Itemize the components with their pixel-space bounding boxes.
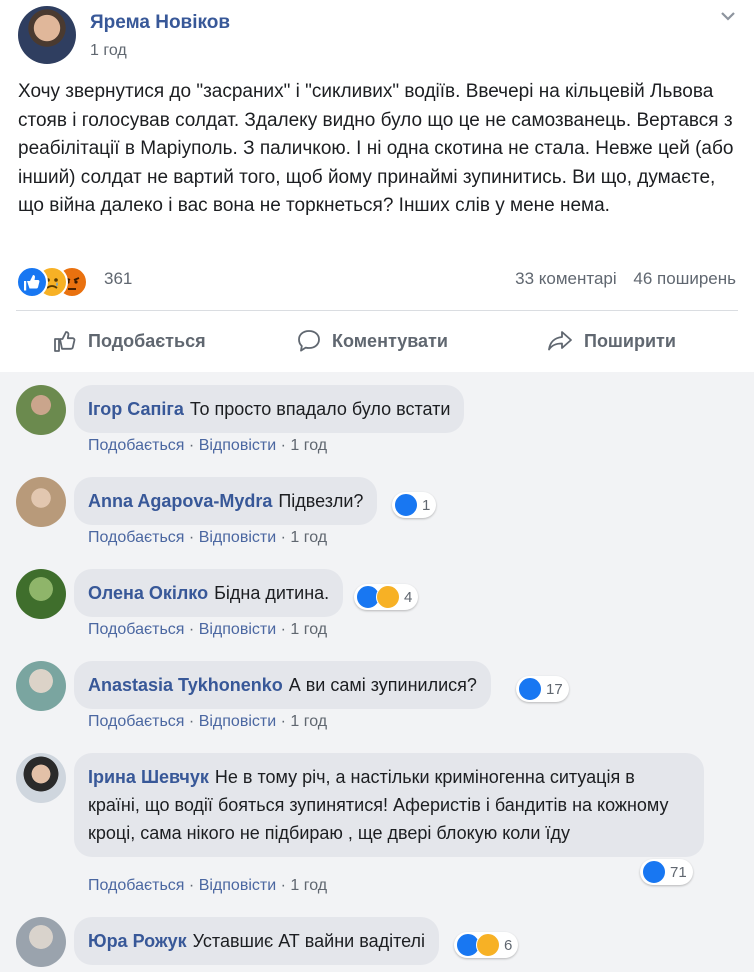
like-button-label: Подобається	[88, 330, 206, 351]
comment-like-link[interactable]: Подобається	[88, 529, 184, 546]
sad-reaction-icon	[476, 933, 500, 957]
comment-meta: Подобається · Відповісти · 1 год	[88, 877, 327, 895]
comment-text: Уставшиє АТ вайни вадітелі	[192, 931, 426, 951]
post-action-bar: Подобається Коментувати Поширити	[16, 318, 738, 364]
thumbs-up-icon	[54, 331, 76, 352]
comment-bubble: Anastasia Tykhonenko А ви самі зупинилися…	[74, 661, 491, 709]
like-reaction-icon	[16, 266, 48, 298]
commenter-name[interactable]: Anna Agapova-Mydra	[88, 491, 272, 511]
comment-icon	[298, 330, 320, 352]
comment-bubble: Олена Окілко Бідна дитина.	[74, 569, 344, 617]
comment-text: То просто впадало було встати	[189, 399, 451, 419]
commenter-name[interactable]: Олена Окілко	[88, 583, 208, 603]
comment-reaction-count: 71	[670, 863, 687, 881]
comment-bubble: Ірина Шевчук Не в тому річ, а настільки к…	[74, 753, 704, 857]
comments-count-link[interactable]: 33 коментарі	[515, 269, 617, 288]
like-button[interactable]: Подобається	[52, 318, 206, 364]
commenter-avatar[interactable]	[16, 753, 66, 803]
commenter-avatar[interactable]	[16, 477, 66, 527]
comment-reply-link[interactable]: Відповісти	[199, 877, 276, 894]
comment-text: Підвезли?	[278, 491, 364, 511]
chevron-down-icon[interactable]	[718, 6, 738, 26]
comment-bubble: Ігор Сапіга То просто впадало було встати	[74, 385, 465, 433]
comment-reactions[interactable]: 1	[392, 492, 437, 518]
comment-reaction-count: 1	[422, 496, 431, 514]
comment-time[interactable]: 1 год	[290, 529, 327, 546]
comment-reactions[interactable]: 6	[454, 932, 519, 958]
author-avatar[interactable]	[18, 6, 76, 64]
comment-reactions[interactable]: 4	[354, 584, 419, 610]
comment-reactions[interactable]: 71	[640, 859, 693, 885]
share-button-label: Поширити	[584, 330, 676, 351]
comment-bubble: Anna Agapova-Mydra Підвезли?	[74, 477, 378, 525]
post-header: Ярема Новіков 1 год	[18, 6, 738, 66]
comment-meta: Подобається · Відповісти · 1 год	[88, 713, 327, 731]
share-button[interactable]: Поширити	[546, 318, 676, 364]
commenter-avatar[interactable]	[16, 917, 66, 967]
comment-like-link[interactable]: Подобається	[88, 437, 184, 454]
commenter-avatar[interactable]	[16, 661, 66, 711]
comment-like-link[interactable]: Подобається	[88, 713, 184, 730]
reactions-summary[interactable]: 361 33 коментарі 46 поширень	[16, 266, 736, 298]
comment-time[interactable]: 1 год	[290, 713, 327, 730]
post-stats: 33 коментарі 46 поширень	[503, 269, 736, 289]
commenter-avatar[interactable]	[16, 385, 66, 435]
post-timestamp[interactable]: 1 год	[90, 42, 127, 60]
like-reaction-icon	[518, 677, 542, 701]
separator: ·	[184, 529, 199, 546]
commenter-avatar[interactable]	[16, 569, 66, 619]
comment-time[interactable]: 1 год	[290, 621, 327, 638]
comment-time[interactable]: 1 год	[290, 877, 327, 894]
commenter-name[interactable]: Ірина Шевчук	[88, 767, 209, 787]
separator: ·	[184, 437, 199, 454]
like-reaction-icon	[642, 860, 666, 884]
separator: ·	[276, 713, 291, 730]
like-reaction-icon	[394, 493, 418, 517]
comment-text: Бідна дитина.	[214, 583, 330, 603]
commenter-name[interactable]: Юра Рожук	[88, 931, 187, 951]
comment-reaction-count: 6	[504, 936, 513, 954]
post-text: Хочу звернутися до "засраних" і "сикливи…	[18, 81, 734, 216]
share-arrow-icon	[548, 331, 572, 351]
comment-reaction-count: 17	[546, 680, 563, 698]
comment-like-link[interactable]: Подобається	[88, 877, 184, 894]
comment-reply-link[interactable]: Відповісти	[199, 713, 276, 730]
commenter-name[interactable]: Ігор Сапіга	[88, 399, 184, 419]
comment-reply-link[interactable]: Відповісти	[199, 529, 276, 546]
author-name[interactable]: Ярема Новіков	[90, 12, 230, 34]
sad-reaction-icon	[376, 585, 400, 609]
reaction-count: 361	[104, 269, 133, 288]
separator: ·	[276, 877, 291, 894]
comment-reply-link[interactable]: Відповісти	[199, 437, 276, 454]
separator: ·	[184, 877, 199, 894]
divider	[16, 310, 738, 311]
comment-bubble: Юра Рожук Уставшиє АТ вайни вадітелі	[74, 917, 440, 965]
shares-count-link[interactable]: 46 поширень	[633, 269, 736, 288]
separator: ·	[276, 437, 291, 454]
comment-text: А ви самі зупинилися?	[288, 675, 477, 695]
comment-reaction-count: 4	[404, 588, 413, 606]
separator: ·	[276, 529, 291, 546]
comment-reactions[interactable]: 17	[516, 676, 569, 702]
comment-time[interactable]: 1 год	[290, 437, 327, 454]
commenter-name[interactable]: Anastasia Tykhonenko	[88, 675, 283, 695]
comment-reply-link[interactable]: Відповісти	[199, 621, 276, 638]
separator: ·	[184, 621, 199, 638]
comment-button[interactable]: Коментувати	[296, 318, 448, 364]
comment-button-label: Коментувати	[332, 330, 448, 351]
comment-meta: Подобається · Відповісти · 1 год	[88, 529, 327, 547]
separator: ·	[276, 621, 291, 638]
comment-meta: Подобається · Відповісти · 1 год	[88, 437, 327, 455]
comment-meta: Подобається · Відповісти · 1 год	[88, 621, 327, 639]
comment-like-link[interactable]: Подобається	[88, 621, 184, 638]
separator: ·	[184, 713, 199, 730]
